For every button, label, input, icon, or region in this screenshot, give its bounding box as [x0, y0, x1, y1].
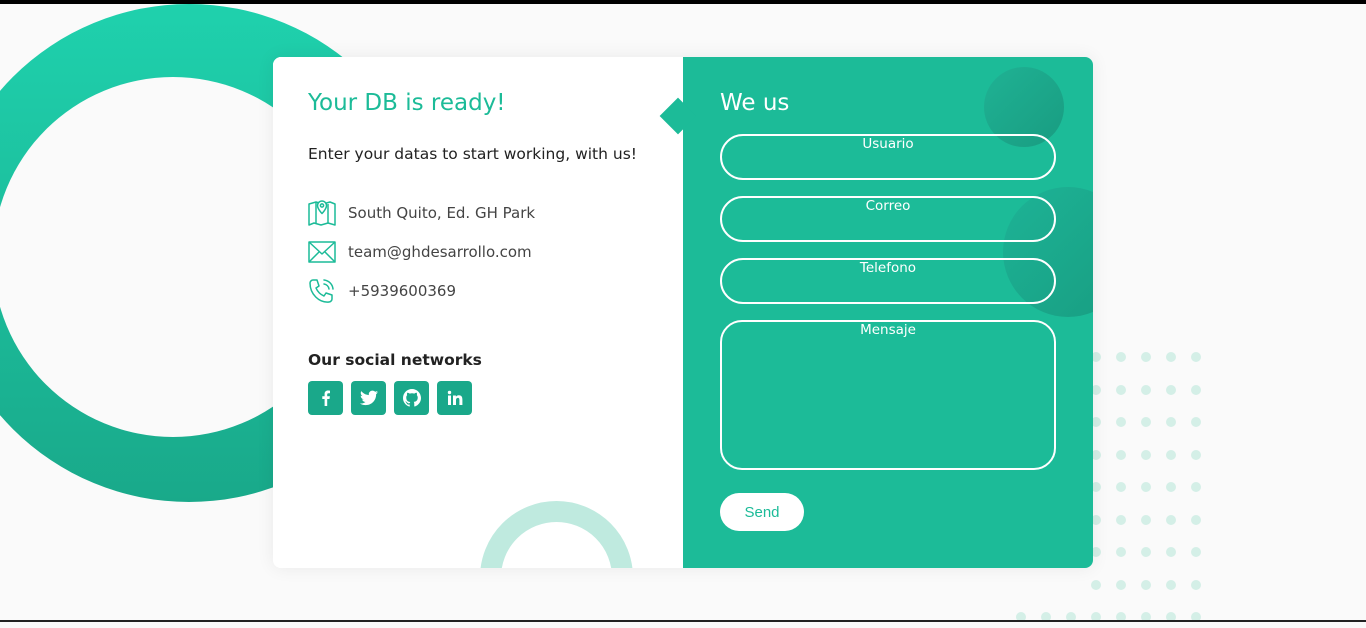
phone-row: +5939600369 [308, 277, 456, 305]
dot [1116, 514, 1126, 525]
address-row: South Quito, Ed. GH Park [308, 199, 535, 227]
dot [1116, 449, 1126, 460]
top-border [0, 0, 1366, 4]
phone-icon [308, 277, 336, 305]
email-field[interactable]: Correo [720, 196, 1056, 242]
form-title: We us [720, 90, 790, 116]
dot [1141, 482, 1151, 492]
dot [1166, 352, 1176, 362]
dot [1166, 482, 1176, 492]
mail-icon [308, 238, 336, 266]
username-label: Usuario [862, 136, 914, 152]
email-label: Correo [865, 198, 911, 214]
info-title: Your DB is ready! [308, 90, 506, 116]
dot [1166, 547, 1176, 557]
dot [1141, 417, 1151, 427]
social-title: Our social networks [308, 351, 482, 369]
address-text: South Quito, Ed. GH Park [348, 204, 536, 222]
dot [1191, 449, 1201, 460]
dot [1191, 579, 1201, 590]
github-button[interactable] [394, 381, 429, 415]
info-text: Enter your datas to start working, with … [308, 145, 637, 163]
email-row: team@ghdesarrollo.com [308, 238, 532, 266]
phone-field[interactable]: Telefono [720, 258, 1056, 304]
github-icon [402, 389, 421, 407]
dot [1116, 384, 1126, 395]
dot [1141, 579, 1151, 590]
dot [1191, 547, 1201, 557]
dot [1141, 352, 1151, 362]
dot [1116, 417, 1126, 427]
username-field[interactable]: Usuario [720, 134, 1056, 180]
message-textarea[interactable]: Mensaje [720, 320, 1056, 470]
dot [1191, 417, 1201, 427]
dot [1141, 384, 1151, 395]
linkedin-button[interactable] [437, 381, 472, 415]
facebook-icon [321, 390, 330, 406]
dot [1166, 384, 1176, 395]
phone-label: Telefono [859, 260, 917, 276]
dot [1191, 352, 1201, 362]
dot [1141, 547, 1151, 557]
email-link[interactable]: team@ghdesarrollo.com [348, 243, 532, 261]
dot [1191, 482, 1201, 492]
dot [1191, 384, 1201, 395]
facebook-button[interactable] [308, 381, 343, 415]
dot [1116, 482, 1126, 492]
social-list [308, 381, 472, 415]
dot [1166, 514, 1176, 525]
dot [1116, 579, 1126, 590]
twitter-button[interactable] [351, 381, 386, 415]
message-label: Mensaje [860, 322, 916, 338]
dot [1141, 449, 1151, 460]
dot [1116, 352, 1126, 362]
dot [1191, 514, 1201, 525]
info-panel: Your DB is ready! Enter your datas to st… [273, 57, 683, 568]
dot [1166, 417, 1176, 427]
dot [1166, 579, 1176, 590]
contact-card: Your DB is ready! Enter your datas to st… [273, 57, 1093, 568]
twitter-icon [359, 390, 378, 406]
dot [1141, 514, 1151, 525]
map-icon [308, 199, 336, 227]
dot [1091, 579, 1101, 590]
form-panel: We us Usuario Correo Telefono Mensaje Se… [683, 57, 1093, 568]
dot [1116, 547, 1126, 557]
send-button[interactable]: Send [720, 493, 804, 531]
linkedin-icon [447, 390, 462, 405]
phone-text: +5939600369 [348, 282, 457, 300]
decorative-small-ring [480, 501, 633, 568]
dot [1166, 449, 1176, 460]
